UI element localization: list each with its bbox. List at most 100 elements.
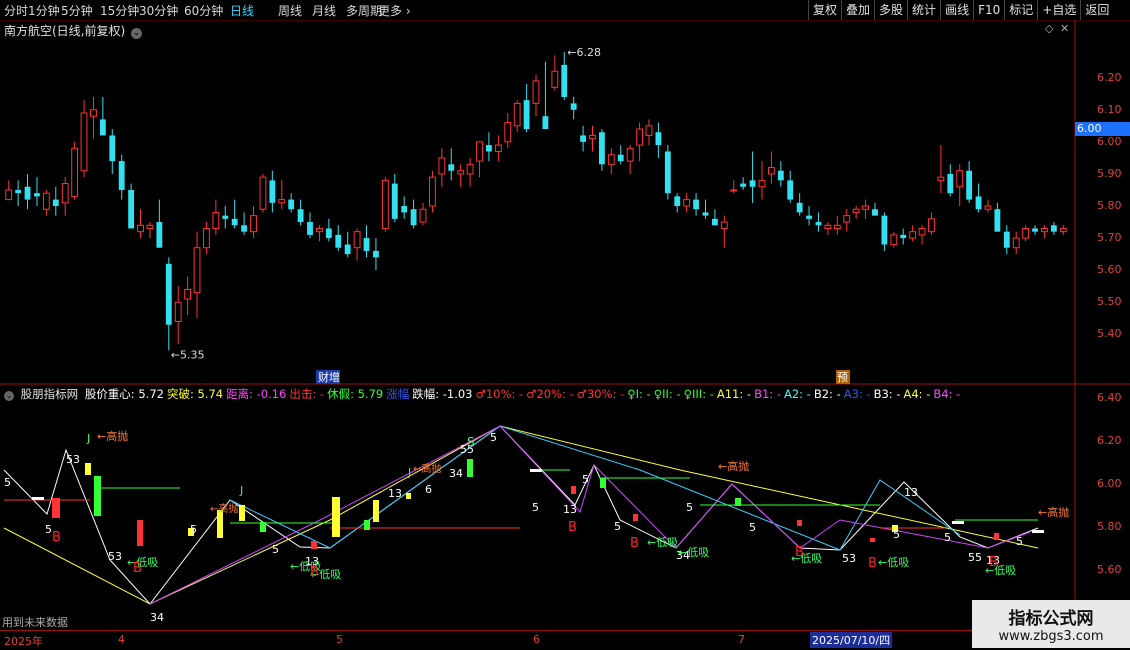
date-label-jul: 7 bbox=[738, 633, 745, 646]
candle-body bbox=[645, 125, 653, 136]
candle-body bbox=[833, 224, 841, 229]
toolbar-button-5[interactable]: F10 bbox=[973, 0, 1004, 20]
toolbar-button-8[interactable]: 返回 bbox=[1080, 0, 1113, 20]
indicator-field-10: ♀I: - bbox=[627, 387, 651, 401]
candle-body bbox=[815, 222, 822, 226]
price-tick-label: 5.60 bbox=[1097, 263, 1122, 277]
candle-body bbox=[513, 102, 521, 127]
chevron-down-icon[interactable]: ⌄ bbox=[131, 28, 143, 39]
indicator-bar bbox=[633, 514, 638, 521]
buy-mark-b: B bbox=[133, 561, 142, 576]
toolbar-button-1[interactable]: 叠加 bbox=[841, 0, 874, 20]
candle-body bbox=[137, 224, 144, 233]
candle-body bbox=[984, 205, 992, 210]
candle-body bbox=[777, 170, 784, 181]
indicator-bar bbox=[364, 520, 370, 530]
candle-body bbox=[212, 211, 220, 229]
candlestick-chart[interactable]: ←6.28←5.35财增预 55535334551313 6345555 13553… bbox=[0, 0, 1130, 650]
indicator-bar bbox=[188, 528, 194, 536]
event-badge-earnings bbox=[316, 370, 340, 384]
indicator-close-icon[interactable]: ⌄ bbox=[4, 391, 14, 401]
candle-body bbox=[928, 218, 935, 233]
main-annotations: ←6.28 ←5.35 财增 预 bbox=[171, 46, 850, 384]
period-tab-7[interactable]: 周线 bbox=[278, 2, 302, 19]
candle-body bbox=[1012, 237, 1020, 249]
mark-j: J bbox=[239, 484, 243, 497]
diamond-icon[interactable]: ◇ bbox=[1045, 22, 1053, 35]
candle-body bbox=[269, 180, 276, 203]
dash-marker bbox=[530, 469, 542, 472]
indicator-field-18: B3: - bbox=[873, 387, 901, 401]
buy-signal-label: ←低吸 bbox=[678, 546, 709, 559]
period-tab-0[interactable]: 分时 bbox=[4, 2, 28, 19]
period-tab-3[interactable]: 15分钟 bbox=[100, 2, 139, 19]
period-tab-5[interactable]: 60分钟 bbox=[184, 2, 223, 19]
indicator-name[interactable]: 股朋指标网 bbox=[21, 387, 79, 401]
candle-body bbox=[523, 100, 530, 130]
candle-body bbox=[767, 167, 775, 175]
candle-body bbox=[118, 161, 125, 190]
indicator-bar bbox=[870, 538, 875, 542]
candle-body bbox=[316, 227, 323, 233]
period-tab-8[interactable]: 月线 bbox=[312, 2, 336, 19]
toolbar-right-buttons: 复权 叠加 多股 统计 画线 F10 标记 +自选 返回 bbox=[808, 0, 1113, 20]
candle-body bbox=[486, 145, 492, 152]
count-label: 5 bbox=[893, 528, 900, 541]
candle-body bbox=[975, 196, 982, 210]
footer-note: 用到未来数据 bbox=[2, 616, 68, 629]
candle-body bbox=[419, 208, 427, 223]
count-label: 5 bbox=[614, 520, 621, 533]
period-tab-4[interactable]: 30分钟 bbox=[139, 2, 178, 19]
indicator-field-7: ♂10%: - bbox=[475, 387, 524, 401]
candle-body bbox=[730, 189, 738, 192]
candle-body bbox=[852, 208, 860, 213]
candle-body bbox=[1059, 227, 1067, 233]
candle-body bbox=[373, 250, 379, 258]
candle-body bbox=[174, 301, 182, 323]
toolbar-button-2[interactable]: 多股 bbox=[874, 0, 907, 20]
candle-body bbox=[749, 180, 756, 187]
indicator-bar bbox=[311, 541, 317, 549]
period-toolbar: 分时 1分钟 5分钟 15分钟 30分钟 60分钟 日线 周线 月线 多周期 更多 › 复权 叠加 多股… bbox=[0, 0, 1130, 21]
sell-signal-label: ←高抛 bbox=[97, 429, 128, 443]
price-tick-label: 5.70 bbox=[1097, 231, 1122, 245]
candle-body bbox=[806, 215, 812, 219]
candle-body bbox=[617, 154, 624, 162]
toolbar-button-6[interactable]: 标记 bbox=[1004, 0, 1037, 20]
count-label: 5 bbox=[749, 521, 756, 534]
candle-body bbox=[862, 205, 869, 210]
candle-body bbox=[193, 247, 201, 294]
candle-body bbox=[636, 128, 643, 146]
price-tick-label: 6.00 bbox=[1097, 134, 1122, 148]
period-tab-9[interactable]: 多周期 bbox=[346, 2, 382, 19]
toolbar-button-3[interactable]: 统计 bbox=[907, 0, 940, 20]
buy-signal-label: ←低吸 bbox=[985, 564, 1016, 577]
date-label-jun: 6 bbox=[533, 633, 540, 646]
indicator-bar bbox=[332, 497, 340, 537]
buy-mark-b: B bbox=[868, 556, 877, 571]
candle-body bbox=[872, 209, 878, 216]
candle-body bbox=[99, 119, 106, 136]
period-tab-1[interactable]: 1分钟 bbox=[28, 2, 60, 19]
count-label: 13 bbox=[388, 487, 402, 500]
indicator-field-11: ♀II: - bbox=[653, 387, 681, 401]
toolbar-button-4[interactable]: 画线 bbox=[940, 0, 973, 20]
sell-signal-label: ←高抛 bbox=[210, 502, 238, 515]
count-label: 6 bbox=[425, 483, 432, 496]
indicator-field-16: B2: - bbox=[813, 387, 841, 401]
candle-body bbox=[655, 132, 662, 146]
candle-body bbox=[335, 234, 342, 248]
toolbar-button-0[interactable]: 复权 bbox=[808, 0, 841, 20]
candle-body bbox=[580, 135, 586, 142]
buy-mark-b: B bbox=[568, 520, 577, 535]
candle-body bbox=[909, 231, 917, 239]
period-tab-2[interactable]: 5分钟 bbox=[61, 2, 93, 19]
count-label: 5 bbox=[272, 543, 279, 556]
toolbar-button-7[interactable]: +自选 bbox=[1037, 0, 1080, 20]
period-tab-10[interactable]: 更多 › bbox=[378, 2, 411, 19]
candle-body bbox=[607, 154, 615, 165]
candle-body bbox=[740, 183, 747, 187]
period-tab-6[interactable]: 日线 bbox=[230, 2, 254, 19]
count-label: 13 bbox=[563, 503, 577, 516]
close-icon[interactable]: ✕ bbox=[1060, 22, 1069, 35]
